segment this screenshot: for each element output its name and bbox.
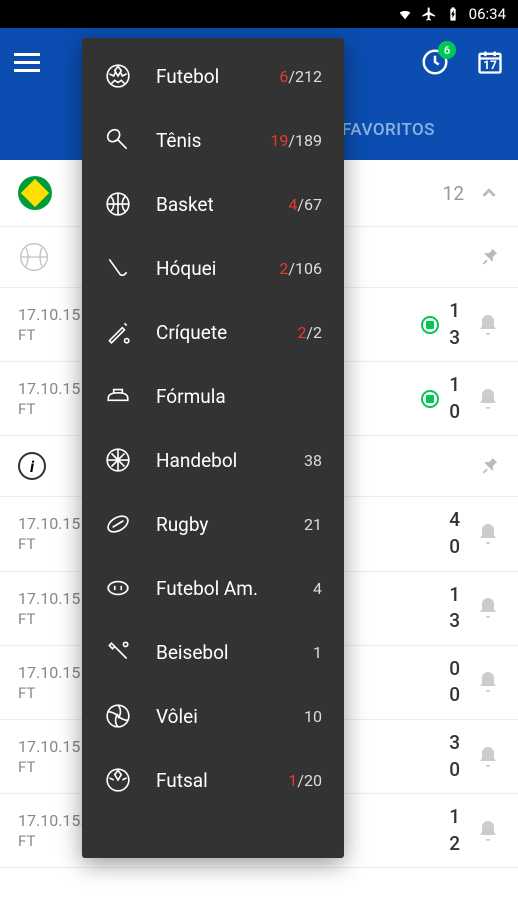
sport-name: Futsal: [156, 769, 288, 792]
sport-name: Basket: [156, 193, 288, 216]
sport-name: Vôlei: [156, 705, 304, 728]
sport-count: 4: [313, 579, 322, 598]
hockey-icon: [104, 254, 132, 282]
amfootball-icon: [104, 574, 132, 602]
rugby-icon: [104, 510, 132, 538]
league-count: 12: [443, 182, 464, 205]
live-indicator: [421, 390, 439, 408]
bell-icon[interactable]: [476, 313, 500, 337]
match-time: 17.10.15FT: [18, 514, 90, 553]
live-clock-button[interactable]: 6: [420, 47, 450, 81]
battery-icon: [445, 6, 461, 22]
sport-item-hockey[interactable]: Hóquei 2/106: [82, 236, 344, 300]
bell-icon[interactable]: [476, 522, 500, 546]
ball-icon: [18, 241, 50, 273]
calendar-button[interactable]: 17: [476, 48, 504, 80]
sport-count: 2/106: [279, 259, 322, 278]
sport-count: 1/20: [288, 771, 322, 790]
bell-icon[interactable]: [476, 596, 500, 620]
sport-name: Beisebol: [156, 641, 313, 664]
match-scores: 10: [449, 372, 460, 425]
sport-item-soccer[interactable]: Futebol 6/212: [82, 44, 344, 108]
soccer-icon: [104, 62, 132, 90]
sport-name: Futebol: [156, 65, 279, 88]
volley-icon: [104, 702, 132, 730]
flag-brazil: [18, 176, 52, 210]
futsal-icon: [104, 766, 132, 794]
match-time: 17.10.15FT: [18, 379, 90, 418]
sport-name: Tênis: [156, 129, 270, 152]
sports-menu: Futebol 6/212 Tênis 19/189 Basket 4/67 H…: [82, 38, 344, 858]
sport-count: 1: [313, 643, 322, 662]
bell-icon[interactable]: [476, 387, 500, 411]
match-time: 17.10.15FT: [18, 737, 90, 776]
match-time: 17.10.15FT: [18, 663, 90, 702]
match-scores: 30: [449, 730, 460, 783]
airplane-icon: [421, 6, 437, 22]
sport-count: 6/212: [279, 67, 322, 86]
pin-icon[interactable]: [478, 455, 500, 477]
tennis-icon: [104, 126, 132, 154]
sport-item-cricket[interactable]: Críquete 2/2: [82, 300, 344, 364]
sport-name: Críquete: [156, 321, 297, 344]
sport-count: 4/67: [288, 195, 322, 214]
sport-item-handball[interactable]: Handebol 38: [82, 428, 344, 492]
sport-name: Handebol: [156, 449, 304, 472]
sport-count: 21: [304, 515, 322, 534]
sport-item-amfootball[interactable]: Futebol Am. 4: [82, 556, 344, 620]
sport-item-futsal[interactable]: Futsal 1/20: [82, 748, 344, 812]
sport-item-volley[interactable]: Vôlei 10: [82, 684, 344, 748]
menu-button[interactable]: [14, 48, 46, 80]
bell-icon[interactable]: [476, 819, 500, 843]
match-time: 17.10.15FT: [18, 305, 90, 344]
sport-item-rugby[interactable]: Rugby 21: [82, 492, 344, 556]
sport-name: Futebol Am.: [156, 577, 313, 600]
baseball-icon: [104, 638, 132, 666]
status-time: 06:34: [469, 5, 506, 23]
sport-item-baseball[interactable]: Beisebol 1: [82, 620, 344, 684]
sport-name: Fórmula: [156, 385, 322, 408]
sport-name: Rugby: [156, 513, 304, 536]
bell-icon[interactable]: [476, 745, 500, 769]
status-bar: 06:34: [0, 0, 518, 28]
sport-count: 2/2: [297, 323, 322, 342]
pin-icon[interactable]: [478, 246, 500, 268]
live-badge: 6: [438, 41, 456, 59]
match-time: 17.10.15.FT: [18, 811, 90, 850]
sport-item-basket[interactable]: Basket 4/67: [82, 172, 344, 236]
sport-count: 19/189: [270, 131, 322, 150]
wifi-icon: [397, 6, 413, 22]
match-scores: 12: [449, 804, 460, 857]
match-scores: 00: [449, 656, 460, 709]
handball-icon: [104, 446, 132, 474]
info-icon: i: [18, 452, 46, 480]
formula-icon: [104, 382, 132, 410]
match-scores: 13: [449, 298, 460, 351]
calendar-day: 17: [476, 58, 504, 72]
bell-icon[interactable]: [476, 670, 500, 694]
match-time: 17.10.15FT: [18, 589, 90, 628]
live-indicator: [421, 316, 439, 334]
sport-count: 38: [304, 451, 322, 470]
chevron-up-icon: [478, 182, 500, 204]
sport-item-tennis[interactable]: Tênis 19/189: [82, 108, 344, 172]
cricket-icon: [104, 318, 132, 346]
sport-count: 10: [304, 707, 322, 726]
sport-item-formula[interactable]: Fórmula: [82, 364, 344, 428]
match-scores: 13: [449, 582, 460, 635]
basket-icon: [104, 190, 132, 218]
sport-name: Hóquei: [156, 257, 279, 280]
match-scores: 40: [449, 507, 460, 560]
